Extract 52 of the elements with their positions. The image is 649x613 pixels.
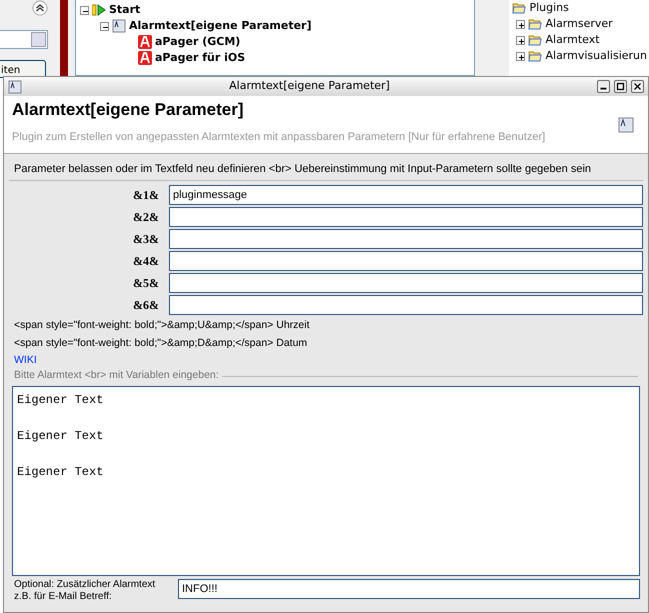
letter-a-icon	[138, 35, 152, 49]
instruction-text: Parameter belassen oder im Textfeld neu definieren <br> Uebereinstimmung mit Input-Parametern sollte gegeben sein	[9, 160, 643, 180]
parameter-field[interactable]	[169, 294, 643, 314]
partial-button[interactable]: iten	[0, 60, 46, 78]
parameter-label: &5&	[133, 276, 159, 290]
maximize-icon[interactable]	[614, 80, 627, 93]
tree-item[interactable]: Alarmvisualisierun	[545, 48, 647, 64]
variable-note: <span style="font-weight: bold;">&amp;D&amp;</span> Datum	[14, 336, 308, 348]
tree-item[interactable]: aPager (GCM)	[155, 34, 240, 50]
folder-icon	[512, 1, 526, 15]
tree-item[interactable]: aPager für iOS	[155, 50, 246, 66]
plugin-description: Plugin zum Erstellen von angepassten Alarmtexten mit anpassbaren Parametern [Nur für erfahrene Benutzer]	[12, 130, 546, 146]
minimize-icon[interactable]	[597, 80, 610, 93]
group-legend: Bitte Alarmtext <br> mit Variablen eingeben:	[14, 368, 219, 384]
tree-item[interactable]: Alarmtext[eigene Parameter]	[129, 18, 312, 34]
folder-icon	[528, 17, 542, 31]
collapse-icon[interactable]	[80, 6, 89, 14]
tree-item[interactable]: Plugins	[529, 0, 569, 16]
expand-icon[interactable]	[516, 36, 526, 44]
dialog-heading: Alarmtext[eigene Parameter]	[12, 100, 244, 120]
parameter-label: &4&	[133, 254, 159, 268]
wiki-link[interactable]: WIKI	[9, 352, 42, 368]
parameter-field[interactable]: pluginmessage	[169, 184, 643, 204]
parameter-field[interactable]	[169, 206, 643, 226]
optional-text-field[interactable]: INFO!!!	[178, 579, 640, 599]
variable-note: <span style="font-weight: bold;">&amp;U&amp;</span> Uhrzeit	[14, 318, 310, 330]
parameter-label: &3&	[133, 232, 159, 246]
alarm-text-field[interactable]: Eigener Text Eigener Text Eigener Text	[12, 386, 640, 576]
parameter-label: &1&	[133, 188, 159, 202]
parameter-field[interactable]	[169, 250, 643, 270]
tree-item[interactable]: Alarmtext	[545, 32, 600, 48]
expand-icon[interactable]	[516, 52, 526, 60]
expand-icon[interactable]	[516, 20, 526, 28]
parameter-label: &6&	[133, 298, 159, 312]
collapse-up-icon[interactable]	[32, 0, 48, 16]
folder-icon	[528, 33, 542, 47]
document-icon	[8, 80, 22, 94]
document-icon	[112, 19, 126, 33]
parameter-label: &2&	[133, 210, 159, 224]
collapse-icon[interactable]	[100, 22, 109, 30]
parameter-field[interactable]	[169, 272, 643, 292]
parameter-field[interactable]	[169, 228, 643, 248]
play-icon	[92, 3, 106, 17]
tree-item[interactable]: Start	[109, 2, 140, 18]
optional-label: Optional: Zusätzlicher Alarmtext z.B. für E-Mail Betreff:	[14, 579, 156, 603]
tree-item[interactable]: Alarmserver	[545, 16, 613, 32]
folder-icon	[528, 49, 542, 63]
document-icon	[618, 117, 634, 133]
dropdown-field[interactable]	[0, 30, 48, 49]
letter-a-icon	[138, 51, 152, 65]
close-icon[interactable]	[631, 80, 644, 93]
window-title: Alarmtext[eigene Parameter]	[228, 78, 391, 94]
